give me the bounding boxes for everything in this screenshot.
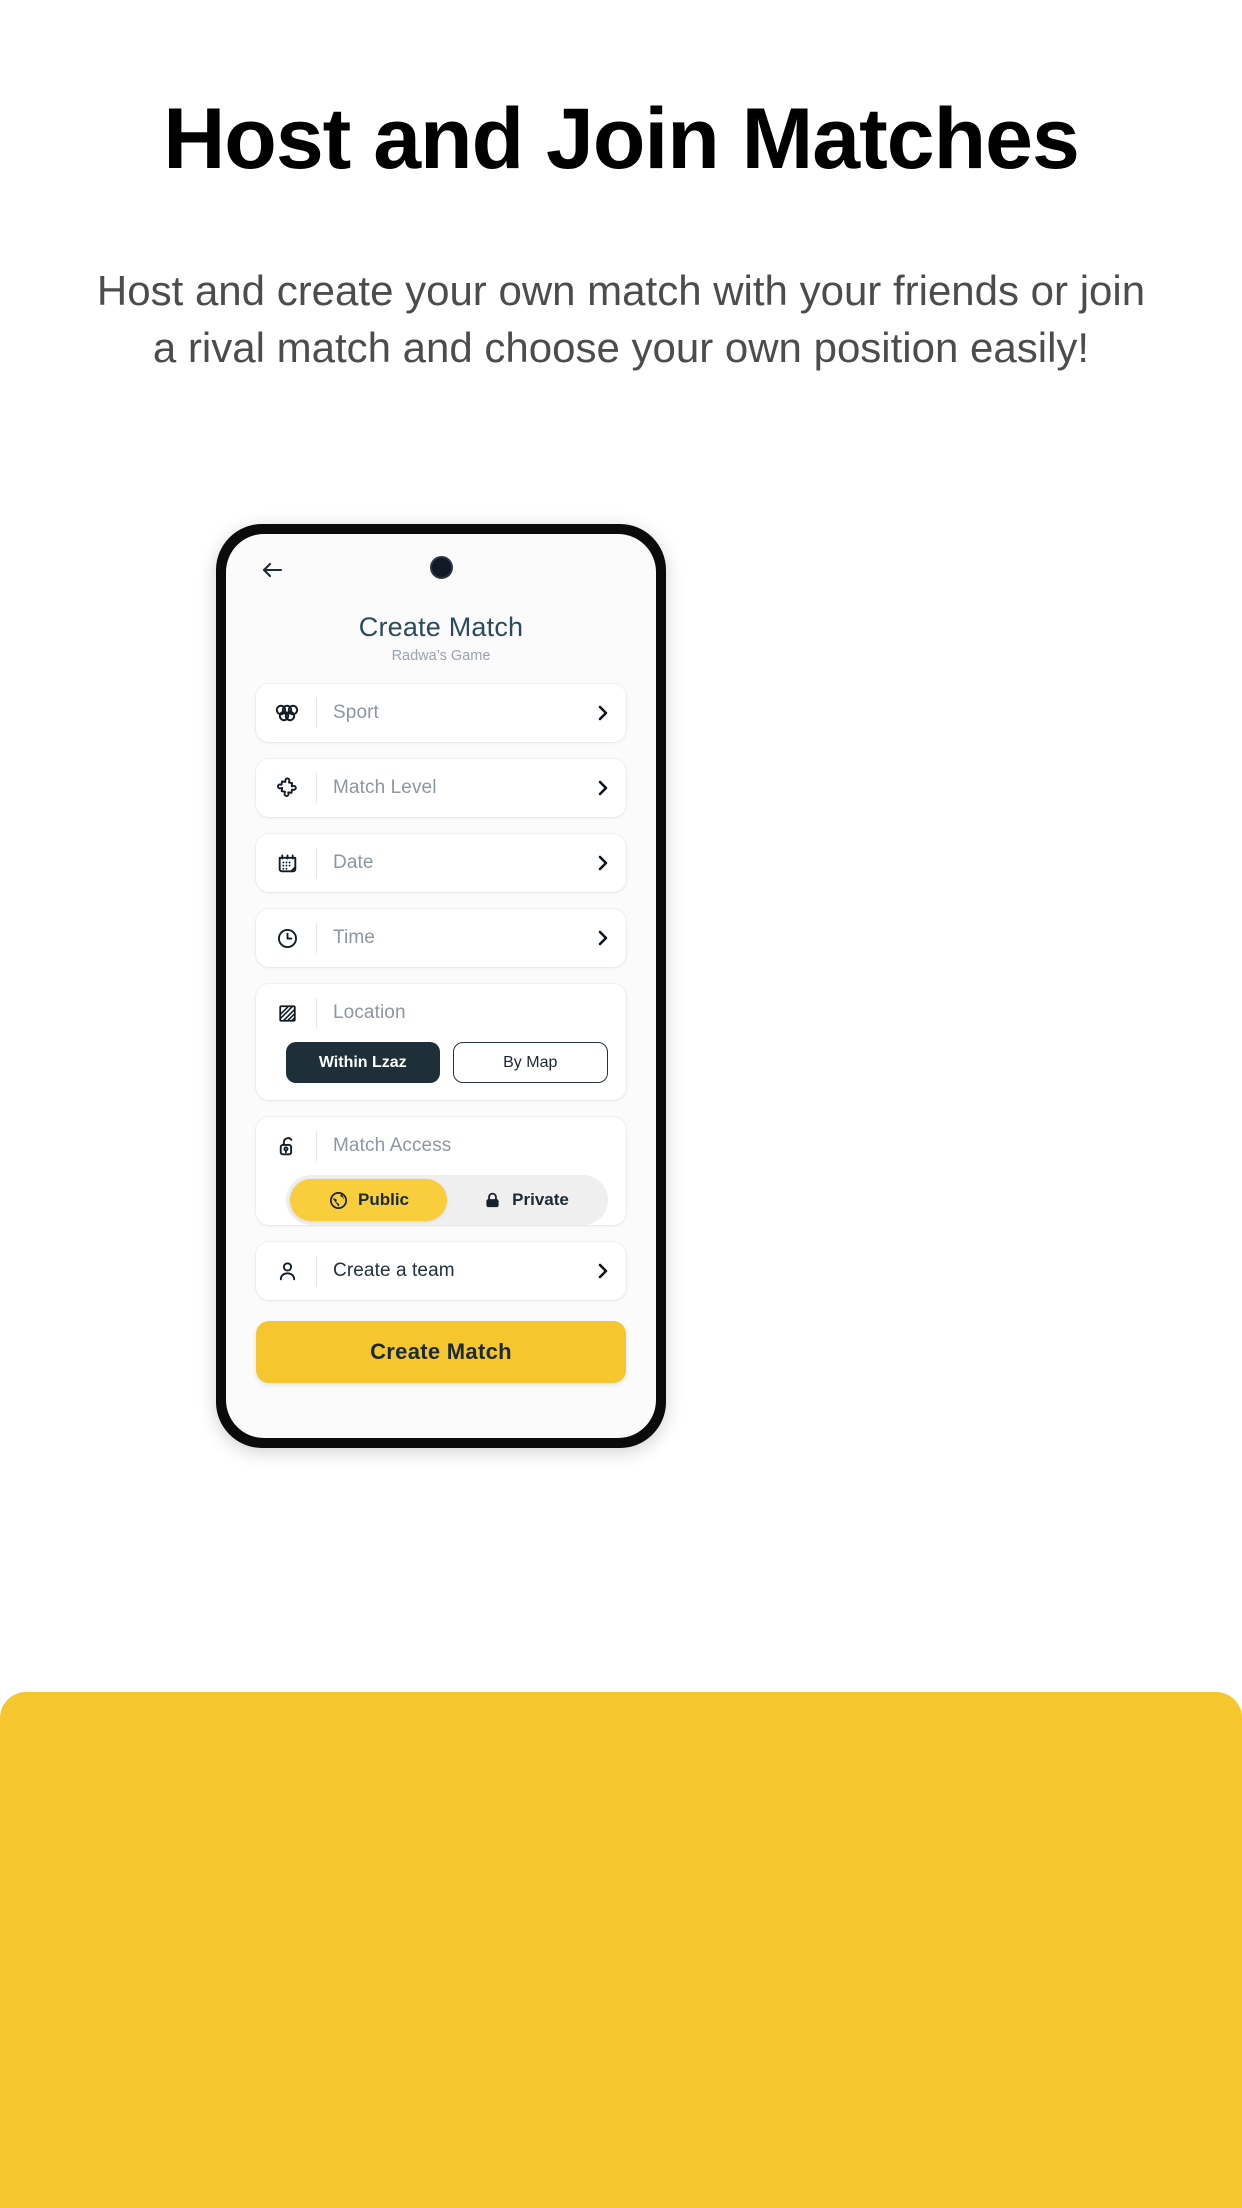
form-row-match-access[interactable]: Match Access Public Private <box>256 1117 626 1225</box>
chevron-right-icon[interactable] <box>594 1262 612 1280</box>
clock-icon <box>272 923 302 953</box>
olympic-rings-icon <box>272 698 302 728</box>
form-row-label: Time <box>333 927 375 948</box>
yellow-backdrop-panel <box>0 1692 1242 2208</box>
form-row-time[interactable]: Time <box>256 909 626 967</box>
form-row-date[interactable]: Date <box>256 834 626 892</box>
globe-icon <box>328 1190 349 1211</box>
location-option-by-map[interactable]: By Map <box>452 1042 608 1083</box>
location-option-within[interactable]: Within Lzaz <box>286 1042 440 1083</box>
app-status-row <box>226 534 656 596</box>
arrow-left-icon[interactable] <box>259 558 289 582</box>
app-page-title: Create Match <box>358 612 524 642</box>
form-row-match-level[interactable]: Match Level <box>256 759 626 817</box>
puzzle-piece-icon <box>272 773 302 803</box>
access-option-label: Public <box>357 1190 409 1209</box>
row-divider <box>316 923 317 953</box>
form-row-label: Date <box>333 852 374 873</box>
app-page-subtitle: Radwa’s Game <box>391 648 491 664</box>
match-access-toggle: Public Private <box>286 1175 608 1225</box>
page-headline: Host and Join Matches <box>163 91 1080 187</box>
row-divider <box>316 773 317 803</box>
front-camera-dot <box>432 558 451 577</box>
form-row-sport[interactable]: Sport <box>256 684 626 742</box>
chevron-right-icon[interactable] <box>594 854 612 872</box>
pitch-field-icon <box>272 998 302 1028</box>
person-icon <box>272 1256 302 1286</box>
form-row-create-team[interactable]: Create a team <box>256 1242 626 1300</box>
phone-screen: Create Match Radwa’s Game Sport Match Le… <box>226 534 656 1438</box>
unlock-icon <box>272 1131 302 1161</box>
access-option-label: Private <box>512 1190 569 1209</box>
access-option-private[interactable]: Private <box>447 1179 604 1221</box>
create-match-form: Sport Match Level Date Time Location Wit… <box>226 684 656 1300</box>
row-divider <box>316 1256 317 1286</box>
access-option-public[interactable]: Public <box>290 1179 447 1221</box>
form-row-label: Create a team <box>333 1260 455 1281</box>
create-match-button[interactable]: Create Match <box>256 1321 626 1383</box>
calendar-icon <box>272 848 302 878</box>
phone-mockup: Create Match Radwa’s Game Sport Match Le… <box>216 524 666 1448</box>
row-divider <box>316 1131 317 1161</box>
lock-icon <box>482 1190 503 1211</box>
form-row-label: Location <box>333 1002 406 1023</box>
row-divider <box>316 698 317 728</box>
chevron-right-icon[interactable] <box>594 704 612 722</box>
form-row-label: Match Level <box>333 777 437 798</box>
location-option-group: Within Lzaz By Map <box>256 1042 626 1100</box>
form-row-location[interactable]: Location Within Lzaz By Map <box>256 984 626 1100</box>
chevron-right-icon[interactable] <box>594 779 612 797</box>
promo-page: Host and Join Matches Host and create yo… <box>0 0 1242 2208</box>
row-divider <box>316 998 317 1028</box>
form-row-label: Match Access <box>333 1135 452 1156</box>
row-divider <box>316 848 317 878</box>
chevron-right-icon[interactable] <box>594 929 612 947</box>
page-subheadline: Host and create your own match with your… <box>96 267 1146 371</box>
form-row-label: Sport <box>333 702 379 723</box>
